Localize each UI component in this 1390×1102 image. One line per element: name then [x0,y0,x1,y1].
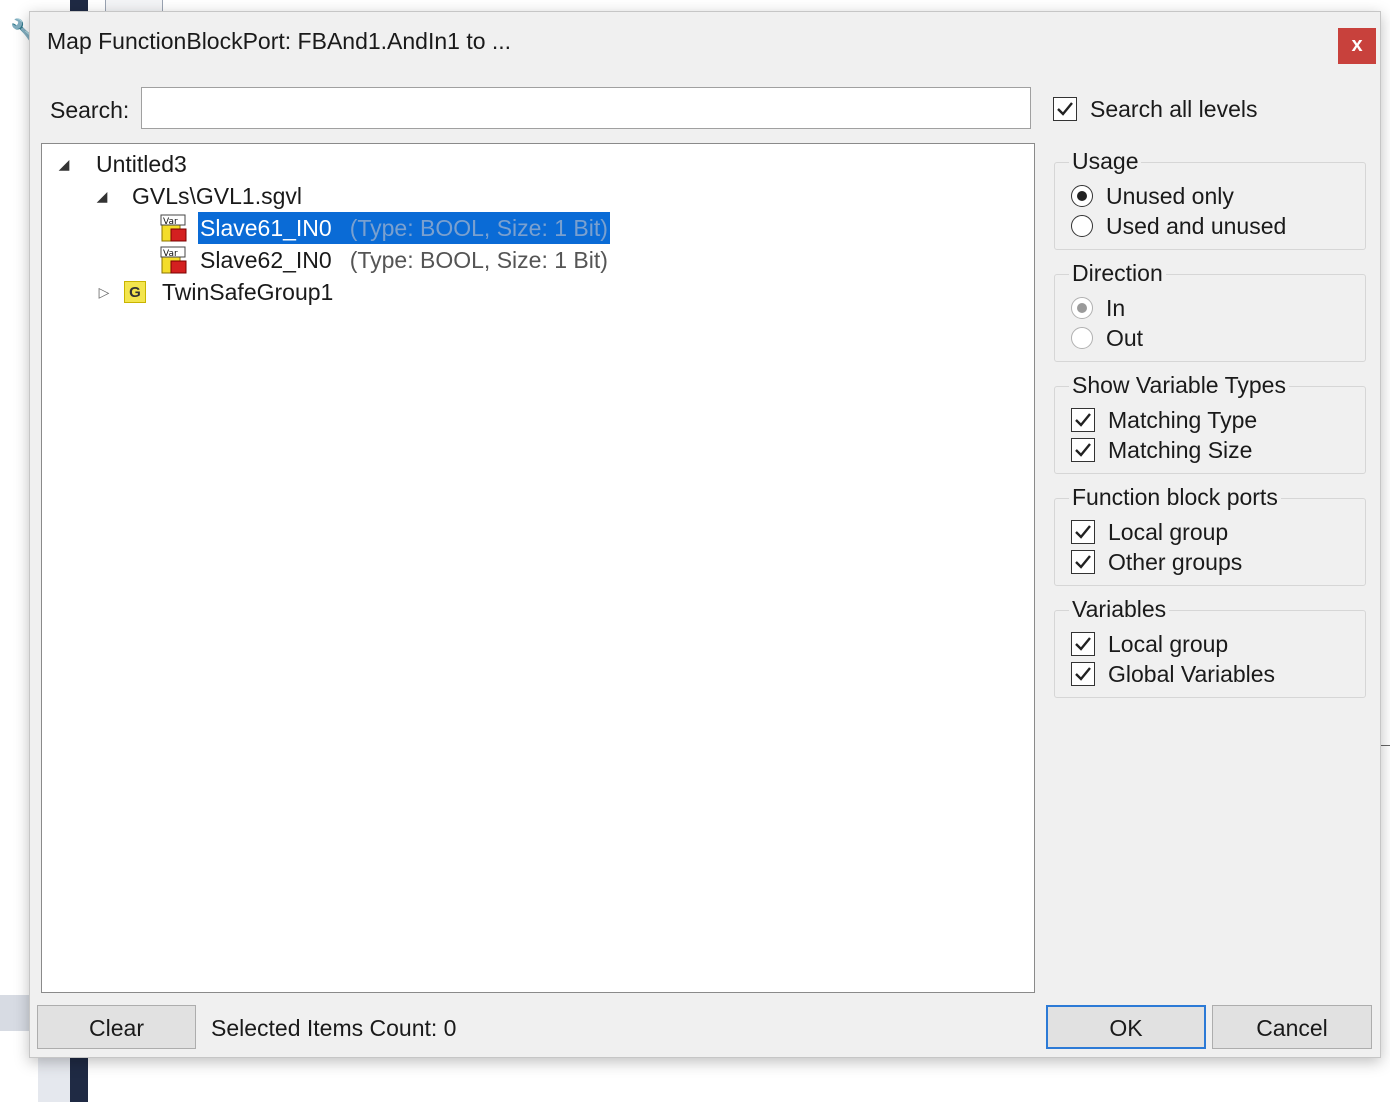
checkbox-checked-icon [1071,550,1095,574]
radio-unselected-icon [1071,215,1093,237]
variable-name: Slave61_IN0 [200,215,332,241]
function-block-ports-title: Function block ports [1069,484,1281,511]
variable-name: Slave62_IN0 [200,247,332,273]
radio-direction-in: In [1071,295,1331,323]
variables-group-title: Variables [1069,596,1170,623]
dialog-titlebar: Map FunctionBlockPort: FBAnd1.AndIn1 to … [30,12,1380,74]
direction-group-title: Direction [1069,260,1166,287]
usage-group-title: Usage [1069,148,1142,175]
variable-type-info: (Type: BOOL, Size: 1 Bit) [349,215,608,241]
tree-item-content: Slave62_IN0 (Type: BOOL, Size: 1 Bit) [200,244,608,276]
checkbox-checked-icon [1071,632,1095,656]
radio-label: Out [1106,325,1144,351]
search-all-levels-label: Search all levels [1090,96,1258,122]
checkbox-matching-size[interactable]: Matching Size [1071,437,1341,465]
background-divider [1380,745,1390,746]
close-icon: x [1351,34,1363,56]
checkbox-label: Local group [1108,631,1229,657]
radio-selected-disabled-icon [1071,297,1093,319]
map-function-block-port-dialog: Map FunctionBlockPort: FBAnd1.AndIn1 to … [29,11,1381,1058]
tree-node-label: Untitled3 [96,151,187,177]
radio-used-and-unused[interactable]: Used and unused [1071,213,1331,241]
checkbox-fbp-other-groups[interactable]: Other groups [1071,549,1341,577]
checkbox-matching-type[interactable]: Matching Type [1071,407,1341,435]
checkbox-label: Local group [1108,519,1229,545]
tree-node-label: GVLs\GVL1.sgvl [132,183,303,209]
expand-triangle-icon[interactable]: ◢ [56,148,72,180]
show-variable-types-title: Show Variable Types [1069,372,1289,399]
search-all-levels-checkbox[interactable]: Search all levels [1053,96,1353,124]
variable-tree[interactable]: ◢ Untitled3 ◢ GVLs\GVL1.sgvl Var Slave61… [41,143,1035,993]
collapsed-triangle-icon[interactable]: ▷ [96,276,112,308]
radio-unselected-disabled-icon [1071,327,1093,349]
radio-selected-icon [1071,185,1093,207]
checkbox-checked-icon [1053,97,1077,121]
radio-label: In [1106,295,1126,321]
search-label: Search: [50,97,130,123]
checkbox-label: Matching Size [1108,437,1253,463]
checkbox-checked-icon [1071,520,1095,544]
variable-icon: Var [160,246,187,274]
checkbox-checked-icon [1071,662,1095,686]
radio-label: Used and unused [1106,213,1287,239]
background-panel [0,995,30,1031]
checkbox-label: Other groups [1108,549,1243,575]
checkbox-label: Matching Type [1108,407,1258,433]
search-input[interactable] [141,87,1031,129]
radio-unused-only[interactable]: Unused only [1071,183,1331,211]
svg-text:Var: Var [163,249,178,259]
background-app [0,0,30,1102]
checkbox-var-global-variables[interactable]: Global Variables [1071,661,1341,689]
tree-node-label: TwinSafeGroup1 [162,279,334,305]
close-button[interactable]: x [1338,28,1376,64]
checkbox-var-local-group[interactable]: Local group [1071,631,1341,659]
background-panel [38,1052,70,1102]
cancel-button[interactable]: Cancel [1212,1005,1372,1049]
expand-triangle-icon[interactable]: ◢ [94,180,110,212]
ok-button[interactable]: OK [1046,1005,1206,1049]
variable-type-info: (Type: BOOL, Size: 1 Bit) [349,247,608,273]
checkbox-fbp-local-group[interactable]: Local group [1071,519,1341,547]
group-icon: G [124,281,146,303]
variable-icon: Var [160,214,187,242]
radio-direction-out: Out [1071,325,1331,353]
checkbox-checked-icon [1071,438,1095,462]
tree-item-content: Slave61_IN0 (Type: BOOL, Size: 1 Bit) [198,212,610,244]
checkbox-label: Global Variables [1108,661,1276,687]
radio-label: Unused only [1106,183,1234,209]
svg-text:Var: Var [163,217,178,227]
selected-items-count: Selected Items Count: 0 [211,1015,457,1041]
checkbox-checked-icon [1071,408,1095,432]
dialog-title: Map FunctionBlockPort: FBAnd1.AndIn1 to … [47,28,512,54]
clear-button[interactable]: Clear [37,1005,196,1049]
